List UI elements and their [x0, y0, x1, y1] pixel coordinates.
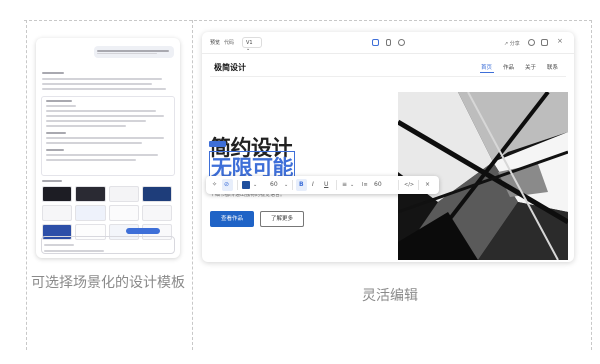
nav-active-indicator [480, 72, 494, 73]
version-select[interactable]: V1 ⌄ [242, 37, 262, 52]
color-dropdown-chevron-icon[interactable]: ⌄ [253, 180, 257, 190]
font-size-chevron-icon[interactable]: ⌄ [284, 180, 288, 190]
caption-flexible-editing: 灵活编辑 [362, 288, 418, 304]
close-icon[interactable]: × [557, 37, 563, 45]
text-color-swatch[interactable] [242, 181, 250, 189]
template-description-panel [41, 96, 175, 176]
guide-line [192, 20, 193, 350]
align-chevron-icon[interactable]: ⌄ [350, 180, 354, 190]
user-message-bubble [94, 46, 174, 58]
template-thumbnail[interactable] [42, 205, 73, 221]
chevron-down-icon: ⌄ [246, 46, 251, 52]
sparkle-icon[interactable]: ✧ [212, 180, 217, 190]
text-size-icon[interactable]: I≡ [362, 180, 368, 190]
editor-window: 预览 代码 V1 ⌄ ↗ 分享 × 极简设计 首页 作品 关于 联系 简约设计 … [202, 32, 574, 262]
desktop-icon[interactable] [372, 39, 379, 46]
text-format-toolbar: ✧ ⊘ ⌄ 60 ⌄ B I U ≡ ⌄ I≡ 60 </> × [206, 176, 439, 194]
share-label: 分享 [509, 41, 520, 47]
font-size-value[interactable]: 60 [270, 180, 278, 190]
line-height-value[interactable]: 60 [374, 180, 382, 190]
guide-line [591, 20, 592, 350]
italic-button[interactable]: I [312, 180, 314, 190]
guide-line [26, 20, 27, 350]
refresh-icon[interactable] [528, 39, 535, 46]
tab-code[interactable]: 代码 [224, 39, 234, 46]
site-title: 极简设计 [214, 63, 246, 72]
template-thumbnail[interactable] [75, 186, 106, 202]
align-icon[interactable]: ≡ [342, 180, 347, 190]
code-icon[interactable]: </> [404, 180, 414, 190]
nav-contact[interactable]: 联系 [547, 63, 558, 71]
template-thumbnail[interactable] [42, 186, 73, 202]
close-icon[interactable]: × [425, 180, 430, 190]
view-works-button[interactable]: 查看作品 [210, 211, 254, 227]
nav-about[interactable]: 关于 [525, 63, 536, 71]
mobile-icon[interactable] [386, 39, 391, 46]
nav-works[interactable]: 作品 [503, 63, 514, 71]
tab-preview[interactable]: 预览 [210, 39, 220, 46]
template-thumbnail[interactable] [108, 205, 139, 221]
editor-topbar: 预览 代码 V1 ⌄ ↗ 分享 × [202, 32, 574, 54]
selection-tag [209, 141, 226, 147]
guide-line [24, 20, 592, 21]
share-icon: ↗ [504, 41, 509, 47]
paint-icon[interactable]: ⊘ [224, 180, 229, 190]
underline-button[interactable]: U [324, 180, 328, 190]
nav-home[interactable]: 首页 [481, 63, 492, 71]
template-thumbnail[interactable] [141, 205, 172, 221]
nav-divider [210, 76, 566, 77]
caption-templates: 可选择场景化的设计模板 [31, 275, 185, 291]
external-link-icon[interactable] [541, 39, 548, 46]
template-chat-card [36, 38, 180, 258]
share-button[interactable]: ↗ 分享 [504, 40, 520, 47]
template-thumbnail[interactable] [108, 186, 139, 202]
template-thumbnail[interactable] [75, 205, 106, 221]
settings-icon[interactable] [398, 39, 405, 46]
chat-input[interactable] [41, 236, 175, 254]
template-chip[interactable] [126, 228, 160, 234]
template-thumbnail[interactable] [141, 186, 172, 202]
learn-more-button[interactable]: 了解更多 [260, 211, 304, 227]
bold-button[interactable]: B [299, 180, 304, 190]
